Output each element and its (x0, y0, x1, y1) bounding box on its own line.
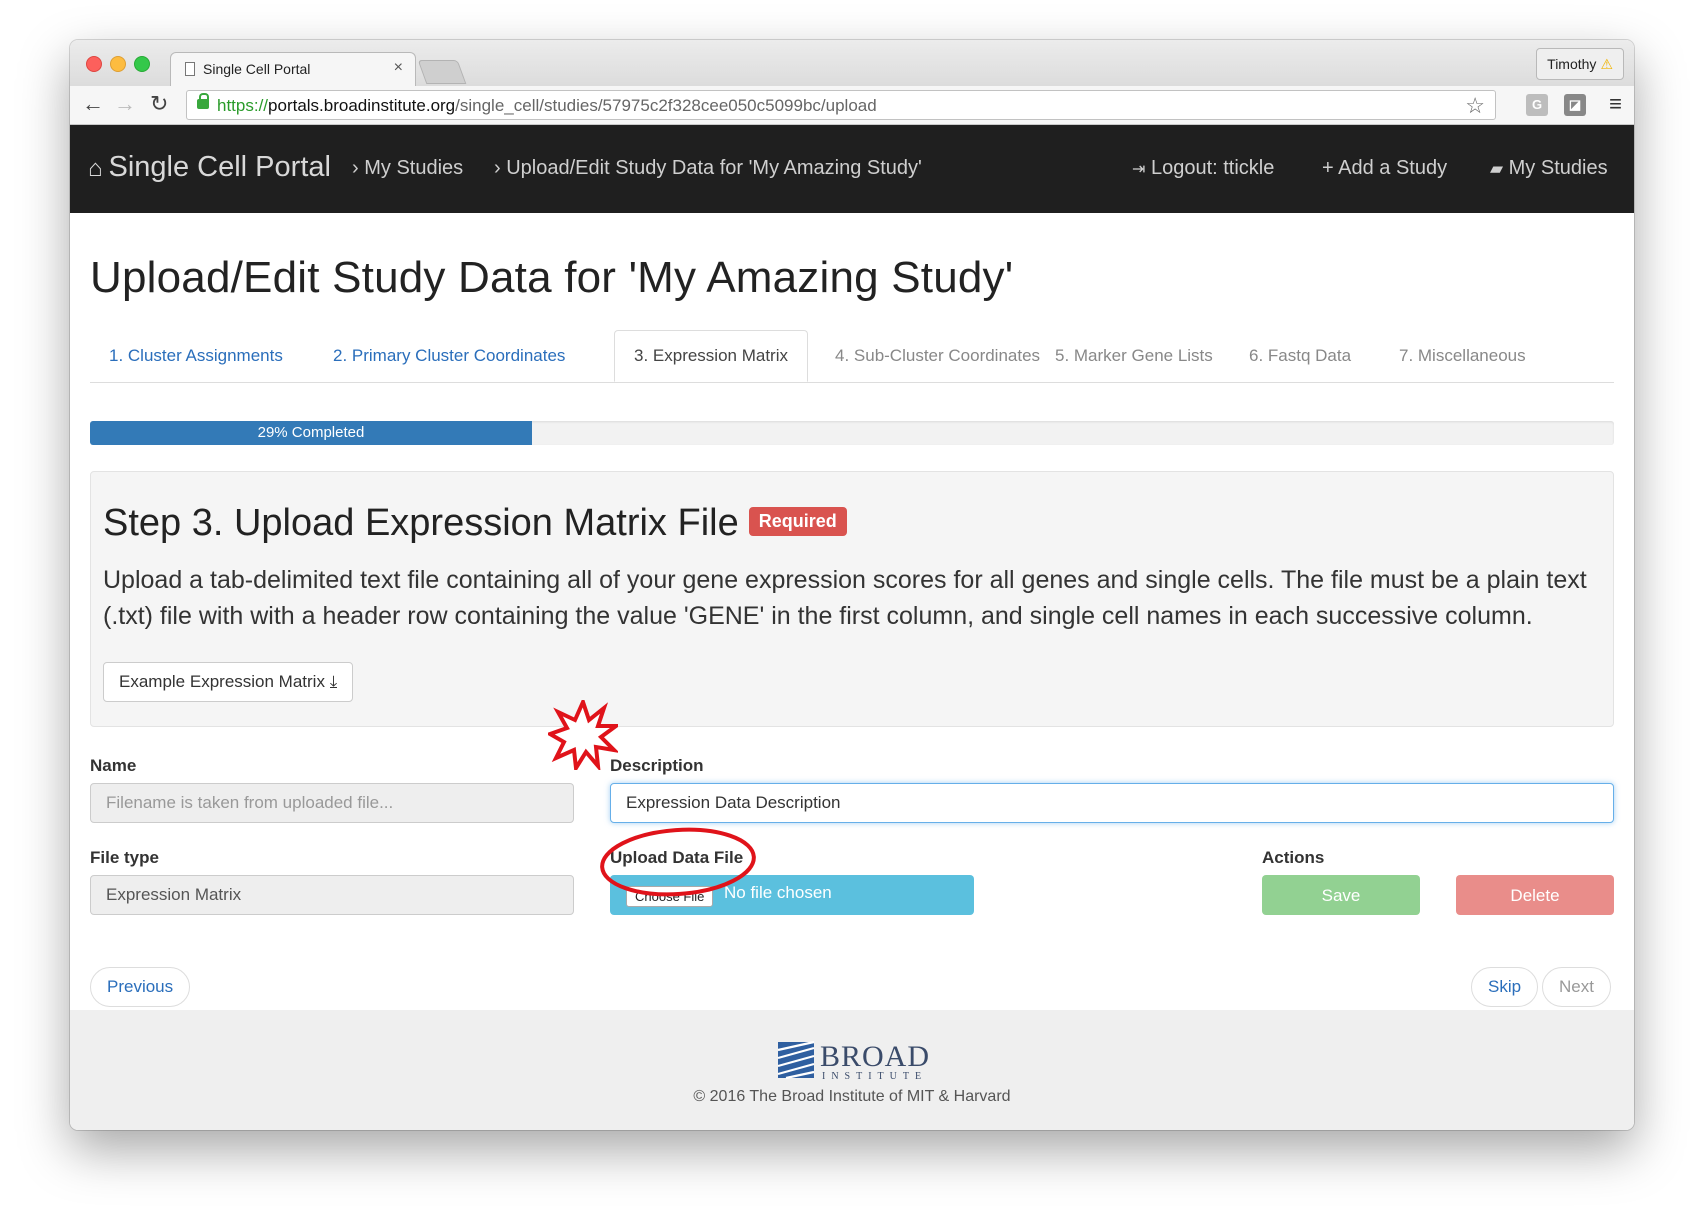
upload-data-file-label: Upload Data File (610, 848, 744, 867)
tab-fastq-data[interactable]: 6. Fastq Data (1230, 330, 1370, 382)
upload-file-input[interactable]: Choose File No file chosen (610, 875, 974, 915)
choose-file-button[interactable]: Choose File (626, 886, 714, 907)
window-minimize-button[interactable] (110, 56, 126, 72)
required-badge: Required (748, 507, 847, 537)
tab-marker-gene-lists[interactable]: 5. Marker Gene Lists (1036, 330, 1232, 382)
bookmark-star-icon[interactable]: ☆ (1465, 93, 1485, 119)
step-description: Upload a tab-delimited text file contain… (103, 566, 1587, 630)
document-icon (185, 62, 195, 76)
example-expression-matrix-button[interactable]: Example Expression Matrix ⤓ (103, 662, 354, 702)
brand-link[interactable]: ⌂ Single Cell Portal (88, 151, 331, 184)
forward-arrow-icon[interactable]: → (114, 92, 136, 116)
progress-bar: 29% Completed (90, 421, 1614, 445)
description-field[interactable]: Expression Data Description (610, 783, 1614, 823)
hamburger-menu-icon[interactable]: ≡ (1609, 91, 1622, 117)
window-close-button[interactable] (86, 56, 102, 72)
page-title: Upload/Edit Study Data for 'My Amazing S… (90, 253, 1014, 302)
profile-button[interactable]: Timothy ⚠ (1536, 48, 1624, 80)
actions-label: Actions (1262, 848, 1325, 867)
description-label: Description (610, 756, 704, 775)
chevron-right-icon: › (494, 157, 501, 179)
breadcrumb-my-studies[interactable]: › My Studies (352, 157, 463, 180)
breadcrumb-upload[interactable]: › Upload/Edit Study Data for 'My Amazing… (494, 157, 922, 180)
download-icon: ⤓ (329, 672, 338, 691)
browser-toolbar: ← → ↻ https://portals.broadinstitute.org… (70, 86, 1634, 125)
lock-icon (197, 93, 209, 109)
browser-tab-title: Single Cell Portal (203, 61, 311, 77)
logout-link[interactable]: ⇥ Logout: ttickle (1132, 157, 1274, 180)
back-arrow-icon[interactable]: ← (82, 92, 104, 116)
grammarly-extension-icon[interactable]: G (1526, 94, 1548, 116)
previous-button[interactable]: Previous (90, 967, 191, 1007)
name-label: Name (90, 756, 137, 775)
add-study-link[interactable]: + Add a Study (1322, 157, 1447, 180)
tab-cluster-assignments[interactable]: 1. Cluster Assignments (90, 330, 302, 382)
skip-button[interactable]: Skip (1471, 967, 1539, 1007)
progress-fill: 29% Completed (90, 421, 532, 445)
book-icon: ▰ (1490, 159, 1504, 178)
new-tab-button[interactable] (417, 60, 467, 84)
logout-icon: ⇥ (1132, 161, 1146, 178)
step-heading: Step 3. Upload Expression Matrix File Req… (103, 502, 847, 545)
window-maximize-button[interactable] (134, 56, 150, 72)
next-button[interactable]: Next (1542, 967, 1611, 1007)
tab-sub-cluster-coordinates[interactable]: 4. Sub-Cluster Coordinates (816, 330, 1059, 382)
home-icon: ⌂ (88, 155, 103, 182)
broad-logo-word: BROAD (820, 1040, 931, 1073)
warning-icon: ⚠ (1600, 56, 1613, 72)
chevron-right-icon: › (352, 157, 359, 179)
no-file-chosen-text: No file chosen (724, 883, 832, 902)
extension-icon[interactable]: ◪ (1564, 94, 1586, 116)
step-tabs: 1. Cluster Assignments 2. Primary Cluste… (90, 330, 1614, 383)
delete-button[interactable]: Delete (1456, 875, 1614, 915)
profile-name: Timothy (1547, 56, 1597, 72)
address-bar[interactable]: https://portals.broadinstitute.org/singl… (186, 90, 1496, 120)
file-type-label: File type (90, 848, 159, 867)
step-well: Step 3. Upload Expression Matrix File Req… (90, 471, 1614, 727)
my-studies-link[interactable]: ▰ My Studies (1490, 157, 1608, 180)
tab-primary-cluster-coordinates[interactable]: 2. Primary Cluster Coordinates (314, 330, 584, 382)
tab-miscellaneous[interactable]: 7. Miscellaneous (1380, 330, 1545, 382)
save-button[interactable]: Save (1262, 875, 1420, 915)
broad-logo: BROAD INSTITUTE (776, 1040, 936, 1082)
footer: BROAD INSTITUTE © 2016 The Broad Institu… (70, 1010, 1634, 1130)
browser-window: Single Cell Portal × Timothy ⚠ ← → ↻ http… (70, 40, 1634, 1130)
tab-strip: Single Cell Portal × Timothy ⚠ (70, 40, 1634, 86)
plus-icon: + (1322, 157, 1334, 179)
file-type-field[interactable]: Expression Matrix (90, 875, 574, 915)
close-tab-icon[interactable]: × (394, 59, 403, 77)
tab-expression-matrix[interactable]: 3. Expression Matrix (614, 330, 808, 382)
broad-mark-icon (777, 1040, 815, 1080)
name-field[interactable] (90, 783, 574, 823)
browser-tab[interactable]: Single Cell Portal × (170, 52, 416, 86)
url-text: https://portals.broadinstitute.org/singl… (217, 96, 877, 115)
site-navbar: ⌂ Single Cell Portal › My Studies › Uploa… (70, 125, 1634, 213)
copyright: © 2016 The Broad Institute of MIT & Harv… (693, 1088, 1011, 1105)
reload-icon[interactable]: ↻ (150, 92, 168, 116)
broad-logo-subword: INSTITUTE (822, 1071, 928, 1082)
